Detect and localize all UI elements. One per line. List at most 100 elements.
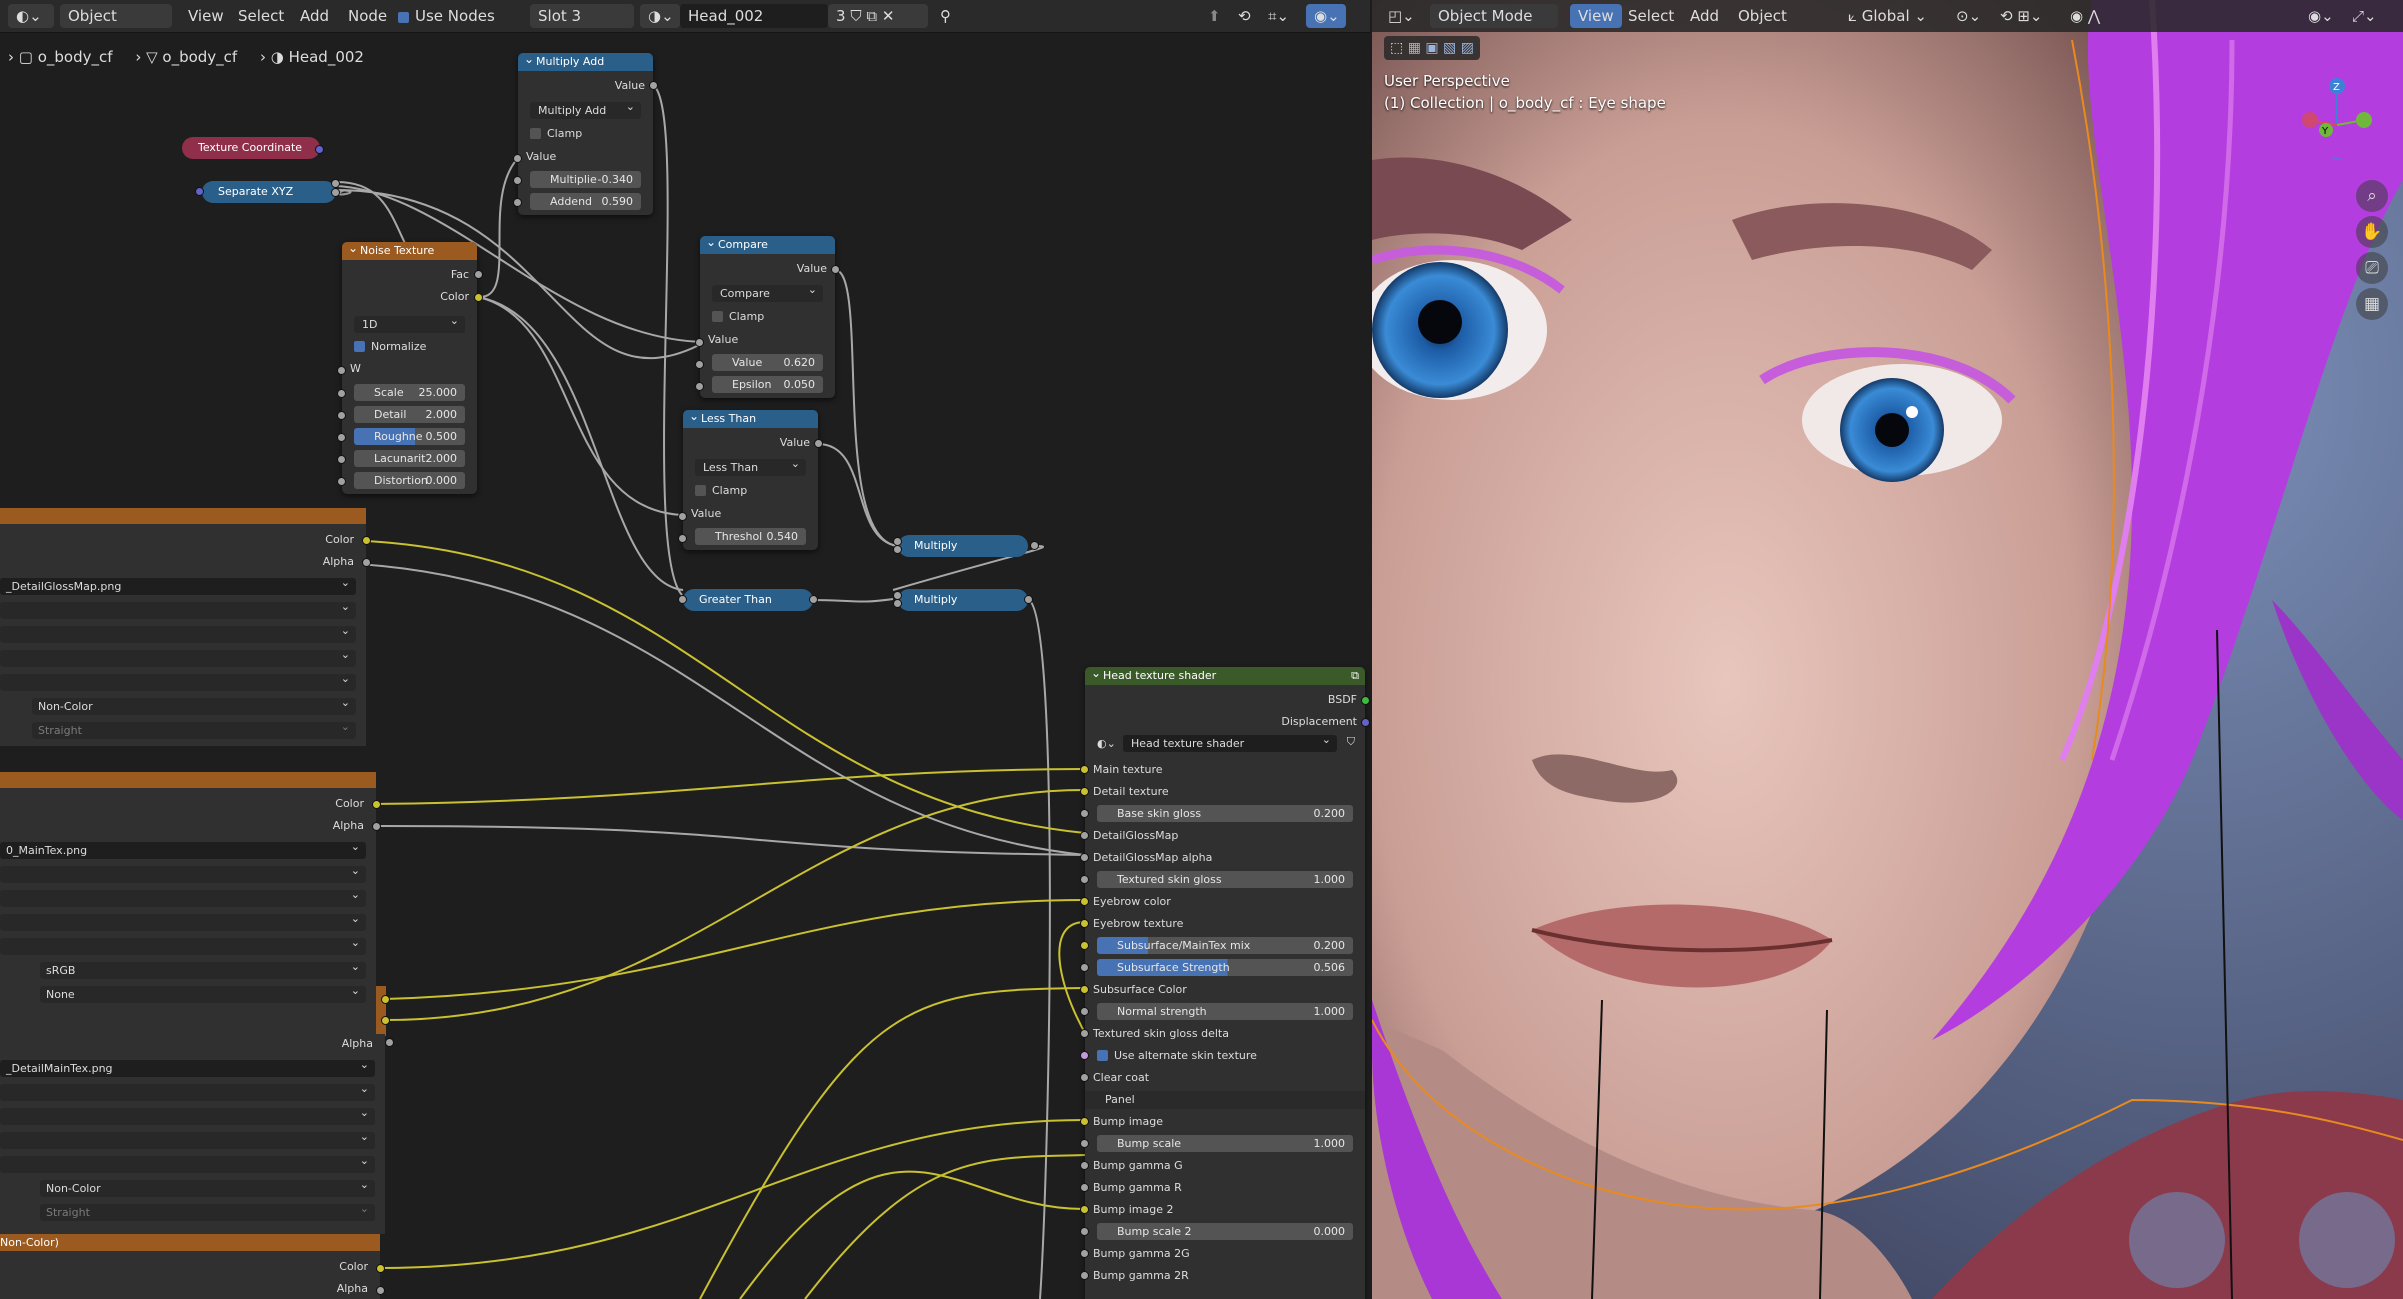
node-header[interactable] xyxy=(0,508,366,524)
node-group-datablock[interactable]: Head texture shader xyxy=(1123,731,1337,752)
object-type-dropdown[interactable]: Object xyxy=(60,4,172,28)
projection-dropdown[interactable] xyxy=(0,1104,375,1125)
input-field[interactable]: Bump scale 2 0.000 xyxy=(1097,1223,1353,1240)
operation-dropdown[interactable]: Less Than xyxy=(695,455,806,476)
input-socket[interactable] xyxy=(513,198,522,207)
source-dropdown[interactable] xyxy=(0,934,366,955)
image-file-field[interactable]: 0_MainTex.png xyxy=(0,838,366,859)
duplicate-icon[interactable]: ⧉ xyxy=(866,7,877,25)
input-socket[interactable] xyxy=(513,176,522,185)
input-socket[interactable] xyxy=(1080,1249,1089,1258)
source-dropdown[interactable] xyxy=(0,1152,375,1173)
input-socket[interactable] xyxy=(1080,919,1089,928)
scale-field[interactable]: Scale 25.000 xyxy=(354,384,465,401)
input-socket[interactable] xyxy=(1080,765,1089,774)
image-texture-node-1[interactable]: Color Alpha _DetailGlossMap.png Non-Colo… xyxy=(0,508,366,746)
input-field[interactable]: Bump scale 1.000 xyxy=(1097,1135,1353,1152)
operation-dropdown[interactable]: Compare xyxy=(712,281,823,302)
select-mode-icons[interactable]: ▦ ▣ ▧ ▨ xyxy=(1408,40,1474,56)
gizmo-toggle-icon[interactable]: ⤢⌄ xyxy=(2352,4,2377,28)
detail-field[interactable]: Detail 2.000 xyxy=(354,406,465,423)
menu-add[interactable]: Add xyxy=(1684,4,1725,28)
grid-view-icon[interactable]: ▦ xyxy=(2356,288,2388,320)
menu-select[interactable]: Select xyxy=(1622,4,1680,28)
node-header[interactable]: Multiply Add xyxy=(518,50,653,71)
breadcrumb-mesh[interactable]: o_body_cf xyxy=(162,48,237,66)
menu-view[interactable]: View xyxy=(182,4,230,28)
clamp-checkbox[interactable]: Clamp xyxy=(530,125,582,143)
shield-icon[interactable]: ⛉ xyxy=(1347,735,1355,749)
camera-icon[interactable]: ⎚ xyxy=(2356,252,2388,284)
output-socket-color[interactable] xyxy=(474,293,483,302)
input-socket[interactable] xyxy=(337,389,346,398)
output-socket[interactable] xyxy=(1030,541,1039,550)
input-socket[interactable] xyxy=(1080,1271,1089,1280)
overlay-toggle[interactable]: ◉⌄ xyxy=(1306,4,1346,28)
output-socket[interactable] xyxy=(809,595,818,604)
input-socket[interactable] xyxy=(195,187,204,196)
node-header[interactable] xyxy=(0,772,376,788)
input-socket[interactable] xyxy=(1080,963,1089,972)
lacunarity-field[interactable]: Lacunarit 2.000 xyxy=(354,450,465,467)
snap-icon[interactable]: ⟲ ⊞⌄ xyxy=(2000,4,2042,28)
input-socket[interactable] xyxy=(695,382,704,391)
input-socket[interactable] xyxy=(1080,1117,1089,1126)
material-name-field[interactable]: Head_002 xyxy=(680,4,828,28)
node-group-icon[interactable]: ◐⌄ xyxy=(1097,735,1117,752)
node-header[interactable]: Non-Color) xyxy=(0,1234,380,1251)
input-socket[interactable] xyxy=(1080,853,1089,862)
clamp-checkbox[interactable]: Clamp xyxy=(695,482,747,500)
output-socket[interactable] xyxy=(381,1016,390,1025)
output-socket-color[interactable] xyxy=(376,1264,385,1273)
3d-viewport[interactable]: ◰⌄ Object Mode View Select Add Object ⟀ … xyxy=(1372,0,2403,1299)
roughness-field[interactable]: Roughne 0.500 xyxy=(354,428,465,445)
output-socket-fac[interactable] xyxy=(474,270,483,279)
input-socket[interactable] xyxy=(1080,1183,1089,1192)
input-field[interactable]: Normal strength 1.000 xyxy=(1097,1003,1353,1020)
multiply-node-1[interactable]: Multiply xyxy=(898,535,1028,557)
input-socket[interactable] xyxy=(1080,1205,1089,1214)
input-socket[interactable] xyxy=(1080,787,1089,796)
output-socket[interactable] xyxy=(315,145,324,154)
color-space-dropdown[interactable]: Non-Color xyxy=(32,694,356,715)
input-checkbox[interactable]: Use alternate skin texture xyxy=(1097,1047,1257,1065)
node-editor[interactable]: ◐⌄ Object View Select Add Node Use Nodes… xyxy=(0,0,1370,1299)
texture-coordinate-node[interactable]: Texture Coordinate xyxy=(182,137,320,159)
image-texture-node-3[interactable]: Alpha _DetailMainTex.png Non-Color Strai… xyxy=(0,1034,385,1234)
interpolation-dropdown[interactable] xyxy=(0,1080,375,1101)
output-socket-alpha[interactable] xyxy=(385,1038,394,1047)
input-socket[interactable] xyxy=(678,512,687,521)
operation-dropdown[interactable]: Multiply Add xyxy=(530,98,641,119)
threshold-field[interactable]: Threshol 0.540 xyxy=(695,528,806,545)
extension-dropdown[interactable] xyxy=(0,646,356,667)
material-browse-button[interactable]: ◑⌄ xyxy=(640,4,680,28)
input-socket[interactable] xyxy=(337,411,346,420)
input-field[interactable]: Subsurface/MainTex mix 0.200 xyxy=(1097,937,1353,954)
input-socket[interactable] xyxy=(1080,1051,1089,1060)
input-socket[interactable] xyxy=(1080,985,1089,994)
select-box-icon[interactable]: ⬚ xyxy=(1390,40,1408,56)
material-users[interactable]: 3 ⛉ ⧉ ✕ xyxy=(828,4,928,28)
normalize-checkbox[interactable]: Normalize xyxy=(354,338,426,356)
input-socket[interactable] xyxy=(513,154,522,163)
less-than-node[interactable]: Less Than Value Less Than Clamp Value Th… xyxy=(683,407,818,550)
use-nodes-toggle[interactable]: Use Nodes xyxy=(398,4,495,28)
output-socket[interactable] xyxy=(831,265,840,274)
input-socket[interactable] xyxy=(678,534,687,543)
output-socket-alpha[interactable] xyxy=(376,1286,385,1295)
input-socket[interactable] xyxy=(695,360,704,369)
menu-add[interactable]: Add xyxy=(294,4,335,28)
input-socket[interactable] xyxy=(1080,1029,1089,1038)
multiply-add-node[interactable]: Multiply Add Value Multiply Add Clamp Va… xyxy=(518,50,653,215)
snap-icon[interactable]: ⟲ xyxy=(1238,4,1251,28)
input-socket[interactable] xyxy=(337,433,346,442)
interpolation-dropdown[interactable] xyxy=(0,598,356,619)
output-socket-y[interactable] xyxy=(331,188,340,197)
node-header[interactable]: Less Than xyxy=(683,407,818,428)
output-socket-x[interactable] xyxy=(331,179,340,188)
input-socket[interactable] xyxy=(337,477,346,486)
image-texture-node-4[interactable]: Non-Color) Color Alpha xyxy=(0,1234,380,1299)
proportional-edit-icon[interactable]: ◉ ⋀ xyxy=(2070,4,2100,28)
alpha-mode-dropdown[interactable]: None xyxy=(40,982,366,1003)
slot-dropdown[interactable]: Slot 3 xyxy=(530,4,634,28)
